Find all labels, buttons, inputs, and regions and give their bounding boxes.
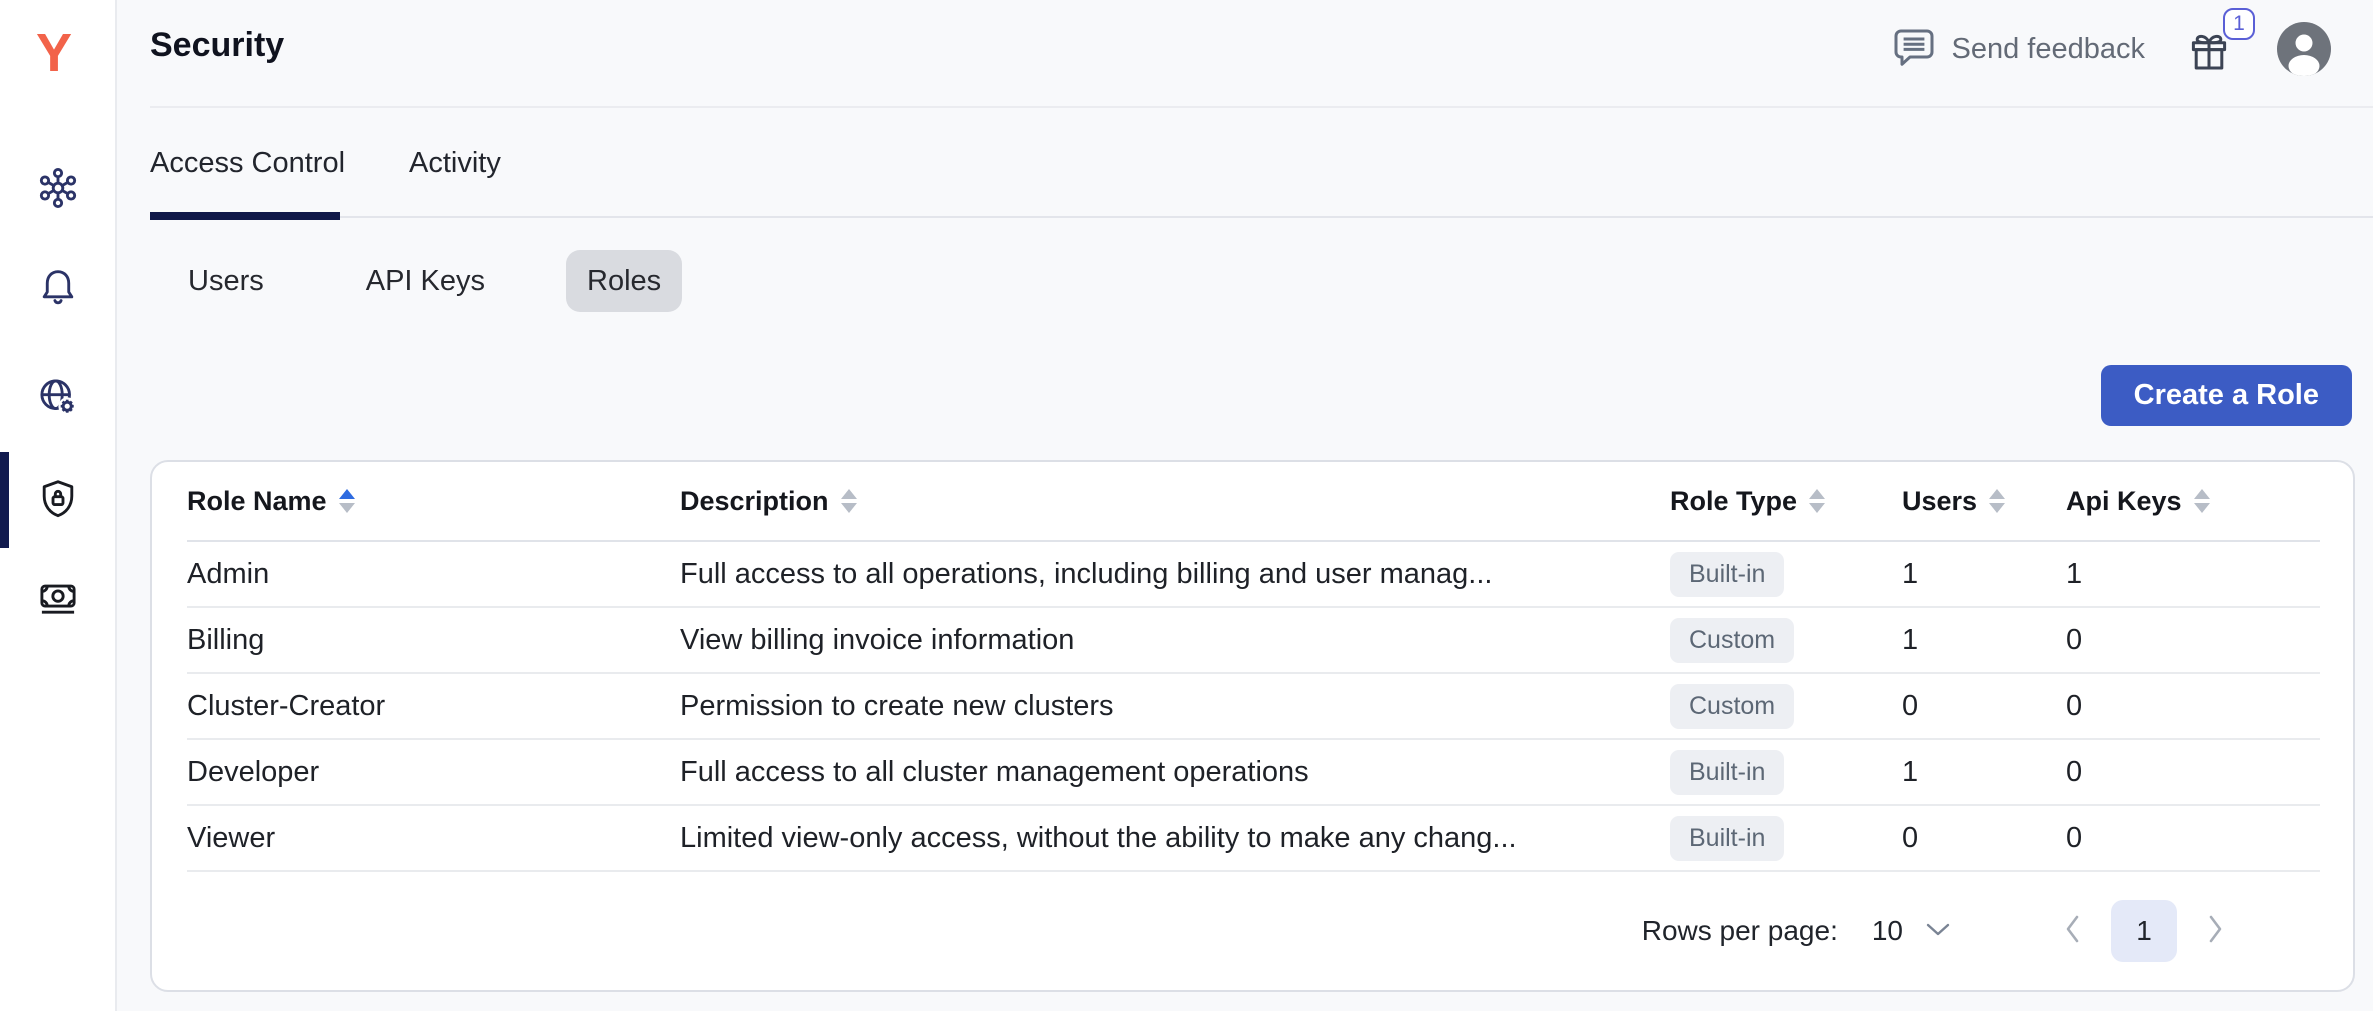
sidebar-item-clusters[interactable]	[35, 165, 81, 211]
cell-role-name: Cluster-Creator	[187, 690, 680, 723]
cell-users-count: 1	[1902, 558, 2066, 591]
subtab-api-keys[interactable]: API Keys	[345, 250, 506, 312]
column-header-description[interactable]: Description	[680, 486, 1670, 517]
cell-role-name: Viewer	[187, 822, 680, 855]
tab-access-control[interactable]: Access Control	[150, 147, 345, 180]
brand-logo[interactable]: Y	[26, 24, 82, 82]
cell-api-keys-count: 1	[2066, 558, 2320, 591]
header-actions: Send feedback 1	[1890, 18, 2331, 80]
role-type-badge: Custom	[1670, 618, 1794, 663]
avatar[interactable]	[2277, 22, 2331, 76]
main-content: Security Send feedback 1	[117, 0, 2373, 1011]
create-role-button[interactable]: Create a Role	[2101, 365, 2352, 426]
table-row[interactable]: Billing View billing invoice information…	[187, 608, 2320, 674]
sort-arrows-icon	[1809, 489, 1825, 513]
gift-button[interactable]: 1	[2185, 24, 2233, 74]
shield-lock-icon	[35, 476, 81, 522]
table-row[interactable]: Viewer Limited view-only access, without…	[187, 806, 2320, 872]
bell-icon	[35, 265, 81, 311]
role-type-badge: Built-in	[1670, 552, 1784, 597]
table-header-row: Role Name Description Role Type Users Ap…	[187, 462, 2320, 542]
cell-role-name: Admin	[187, 558, 680, 591]
role-type-badge: Built-in	[1670, 816, 1784, 861]
role-type-badge: Built-in	[1670, 750, 1784, 795]
sort-arrows-icon	[1989, 489, 2005, 513]
table-row[interactable]: Admin Full access to all operations, inc…	[187, 542, 2320, 608]
sort-arrows-icon	[339, 489, 355, 513]
next-page-button[interactable]	[2207, 914, 2225, 949]
cell-description: Full access to all operations, including…	[680, 558, 1670, 591]
current-page-button[interactable]: 1	[2111, 900, 2177, 962]
cell-users-count: 0	[1902, 690, 2066, 723]
subtab-users[interactable]: Users	[167, 250, 285, 312]
column-header-role-name[interactable]: Role Name	[187, 486, 680, 517]
sidebar-item-billing[interactable]	[35, 575, 81, 621]
sidebar: Y	[0, 0, 117, 1011]
column-header-role-type[interactable]: Role Type	[1670, 486, 1902, 517]
cell-api-keys-count: 0	[2066, 822, 2320, 855]
tab-bar-divider	[150, 216, 2373, 218]
sidebar-item-alerts[interactable]	[35, 265, 81, 311]
cell-description: View billing invoice information	[680, 624, 1670, 657]
cell-api-keys-count: 0	[2066, 756, 2320, 789]
header-divider	[150, 106, 2373, 108]
rows-per-page-label: Rows per page:	[1642, 915, 1838, 947]
cell-description: Full access to all cluster management op…	[680, 756, 1670, 789]
cell-api-keys-count: 0	[2066, 690, 2320, 723]
send-feedback-label: Send feedback	[1952, 33, 2145, 66]
cell-users-count: 1	[1902, 756, 2066, 789]
cell-description: Limited view-only access, without the ab…	[680, 822, 1670, 855]
cell-role-name: Developer	[187, 756, 680, 789]
active-nav-indicator	[0, 452, 9, 548]
subtab-roles[interactable]: Roles	[566, 250, 682, 312]
globe-gear-icon	[35, 374, 81, 420]
pagination-bar: Rows per page: 10 1	[152, 872, 2353, 990]
feedback-bubble-icon	[1890, 25, 1938, 74]
tab-activity[interactable]: Activity	[409, 147, 501, 180]
cell-api-keys-count: 0	[2066, 624, 2320, 657]
chevron-down-icon	[1925, 921, 1951, 942]
subtab-bar: Users API Keys Roles	[167, 250, 682, 312]
gift-icon	[2185, 61, 2233, 78]
column-header-users[interactable]: Users	[1902, 486, 2066, 517]
tab-bar: Access Control Activity	[150, 147, 501, 180]
table-row[interactable]: Developer Full access to all cluster man…	[187, 740, 2320, 806]
cell-users-count: 1	[1902, 624, 2066, 657]
table-row[interactable]: Cluster-Creator Permission to create new…	[187, 674, 2320, 740]
banknote-icon	[35, 575, 81, 621]
table-body: Admin Full access to all operations, inc…	[152, 542, 2353, 872]
sort-arrows-icon	[841, 489, 857, 513]
gift-badge: 1	[2223, 8, 2255, 40]
active-tab-underline	[150, 212, 340, 220]
role-type-badge: Custom	[1670, 684, 1794, 729]
cell-users-count: 0	[1902, 822, 2066, 855]
previous-page-button[interactable]	[2063, 914, 2081, 949]
send-feedback-button[interactable]: Send feedback	[1890, 25, 2145, 74]
column-header-api-keys[interactable]: Api Keys	[2066, 486, 2320, 517]
cell-description: Permission to create new clusters	[680, 690, 1670, 723]
cluster-network-icon	[35, 165, 81, 211]
cell-role-name: Billing	[187, 624, 680, 657]
page-title: Security	[150, 26, 284, 65]
rows-per-page-value: 10	[1872, 915, 1903, 947]
sidebar-item-security[interactable]	[35, 476, 81, 522]
sort-arrows-icon	[2194, 489, 2210, 513]
rows-per-page-select[interactable]: 10	[1872, 915, 1951, 947]
sidebar-item-network[interactable]	[35, 374, 81, 420]
roles-table-card: Role Name Description Role Type Users Ap…	[150, 460, 2355, 992]
